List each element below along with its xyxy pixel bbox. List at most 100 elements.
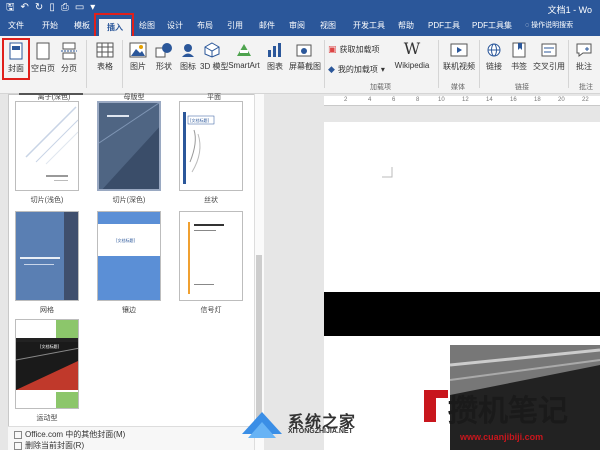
get-addins-button[interactable]: ▣ 获取加载项 <box>328 44 380 55</box>
bookmark-button[interactable]: 书签 <box>508 42 530 72</box>
pictures-button[interactable]: 图片 <box>126 42 150 72</box>
group-comments-label: 批注 <box>579 84 593 91</box>
chart-button[interactable]: 图表 <box>264 42 286 72</box>
link-button[interactable]: 链接 <box>482 42 506 72</box>
remove-cover-menu-item[interactable]: 删除当前封面(R) <box>14 440 84 450</box>
gallery-footer: Office.com 中的其他封面(M) 删除当前封面(R) <box>8 426 254 450</box>
3d-models-button[interactable]: 3D 模型 <box>200 42 228 72</box>
wikipedia-button[interactable]: W Wikipedia <box>390 39 434 71</box>
cover-thumbnail <box>15 101 79 191</box>
separator <box>86 40 87 88</box>
cover-caption: 信号灯 <box>200 307 222 314</box>
cover-black-band <box>324 292 600 336</box>
cover-thumbnail <box>97 101 161 191</box>
redo-icon[interactable]: ↻ <box>35 2 43 14</box>
dropdown-arrow-icon: ▾ <box>380 65 385 74</box>
screenshot-button[interactable]: 屏幕截图 <box>288 42 322 72</box>
svg-text:[文档标题]: [文档标题] <box>40 343 60 349</box>
ribbon-tabs: 文件 开始 模板 绘图 设计 布局 引用 邮件 审阅 视图 开发工具 帮助 PD… <box>0 17 600 36</box>
cover-caption: 切片(浅色) <box>30 197 64 204</box>
table-button[interactable]: 表格 <box>92 42 118 72</box>
shapes-button[interactable]: 形状 <box>152 42 176 72</box>
cover-thumbnail: [文档标题] <box>15 319 79 409</box>
picture-icon <box>129 42 147 58</box>
tab-pdf-tools[interactable]: PDF工具 <box>428 20 460 32</box>
print-preview-icon[interactable]: ⎙ <box>61 2 69 14</box>
save-icon[interactable]: 🖫 <box>6 2 15 14</box>
tab-draw[interactable]: 绘图 <box>139 20 155 32</box>
cover-thumbnail <box>179 211 243 301</box>
watermark-cuanjibiji: 攒机笔记 www.cuanjibiji.com <box>420 378 600 450</box>
cross-reference-button[interactable]: 交叉引用 <box>532 42 566 72</box>
cover-caption: 切片(深色) <box>112 197 146 204</box>
horizontal-ruler: 2 4 6 8 10 12 14 16 18 20 22 <box>324 96 600 106</box>
office-icon <box>14 430 22 439</box>
comment-button[interactable]: 批注 <box>572 42 596 72</box>
chart-icon <box>268 43 281 57</box>
page-break-button[interactable]: 分页 <box>58 42 80 74</box>
blank-page-icon <box>36 42 50 60</box>
addins-icon: ◆ <box>328 64 335 74</box>
tab-layout[interactable]: 布局 <box>197 20 213 32</box>
group-links-label: 链接 <box>515 84 529 91</box>
tab-design[interactable]: 设计 <box>167 20 183 32</box>
tab-pdf-toolset[interactable]: PDF工具集 <box>472 20 512 32</box>
globe-link-icon <box>487 43 501 57</box>
group-addins-label: 加载项 <box>370 84 391 91</box>
table-icon <box>96 42 114 58</box>
tab-help[interactable]: 帮助 <box>398 20 414 32</box>
cover-thumbnail: [文档标题] <box>97 211 161 301</box>
ribbon-insert: 封面 空白页 分页 表格 图片 形状 图标 3D 模型 SmartArt 图表 … <box>0 36 600 94</box>
icons-button[interactable]: 图标 <box>178 42 198 72</box>
watermark-xitongzhijia: 系统之家 XITONGZHIJIA.NET <box>236 404 376 446</box>
icons-icon <box>182 44 194 57</box>
smartart-icon <box>237 44 251 56</box>
tab-mailings[interactable]: 邮件 <box>259 20 275 32</box>
tab-file[interactable]: 文件 <box>8 20 24 32</box>
document-title: 文档1 - Wo <box>547 5 592 15</box>
online-video-button[interactable]: 联机视频 <box>442 42 476 72</box>
cover-caption: 镶边 <box>122 307 136 314</box>
tab-references[interactable]: 引用 <box>227 20 243 32</box>
separator <box>438 40 439 88</box>
tab-templates[interactable]: 模板 <box>74 20 90 32</box>
remove-cover-icon <box>14 441 22 450</box>
page-break-icon <box>61 42 77 60</box>
undo-icon[interactable]: ↶ <box>21 2 29 14</box>
cover-caption: 运动型 <box>36 415 58 422</box>
separator <box>568 40 569 88</box>
separator <box>324 40 325 88</box>
thumb-edge <box>19 93 83 95</box>
my-addins-button[interactable]: ◆ 我的加载项 ▾ <box>328 64 385 75</box>
cover-caption: 丝状 <box>204 197 218 204</box>
tab-developer[interactable]: 开发工具 <box>353 20 385 32</box>
xitongzhijia-logo-icon <box>242 412 282 438</box>
video-icon <box>450 43 468 57</box>
tab-review[interactable]: 审阅 <box>289 20 305 32</box>
cube-icon <box>204 42 220 58</box>
svg-text:[文档标题]: [文档标题] <box>190 117 210 123</box>
group-media-label: 媒体 <box>451 84 465 91</box>
bookmark-icon <box>512 42 526 58</box>
cross-reference-icon <box>541 43 557 57</box>
more-covers-menu-item[interactable]: Office.com 中的其他封面(M) <box>14 429 125 440</box>
screenshot-icon <box>296 44 312 57</box>
cover-thumbnail <box>15 211 79 301</box>
title-bar: 🖫 ↶ ↻ ▯ ⎙ ▭ ▾ 文档1 - Wo <box>0 0 600 17</box>
open-icon[interactable]: ▭ <box>75 2 84 14</box>
cover-caption: 网格 <box>40 307 54 314</box>
blank-page-button[interactable]: 空白页 <box>30 42 56 74</box>
tab-home[interactable]: 开始 <box>42 20 58 32</box>
tab-view[interactable]: 视图 <box>320 20 336 32</box>
quick-access-toolbar: 🖫 ↶ ↻ ▯ ⎙ ▭ ▾ <box>6 2 95 14</box>
new-document-icon[interactable]: ▯ <box>49 2 55 14</box>
separator <box>122 40 123 88</box>
tell-me-search[interactable]: ◌ 操作说明搜索 <box>525 20 573 32</box>
smartart-button[interactable]: SmartArt <box>226 42 262 70</box>
store-icon: ▣ <box>328 44 337 54</box>
cover-thumbnail: [文档标题] <box>179 101 243 191</box>
shapes-icon <box>155 43 172 58</box>
wikipedia-icon: W <box>403 39 421 58</box>
margin-corner-mark <box>382 167 393 178</box>
cover-button-highlight <box>2 38 30 80</box>
